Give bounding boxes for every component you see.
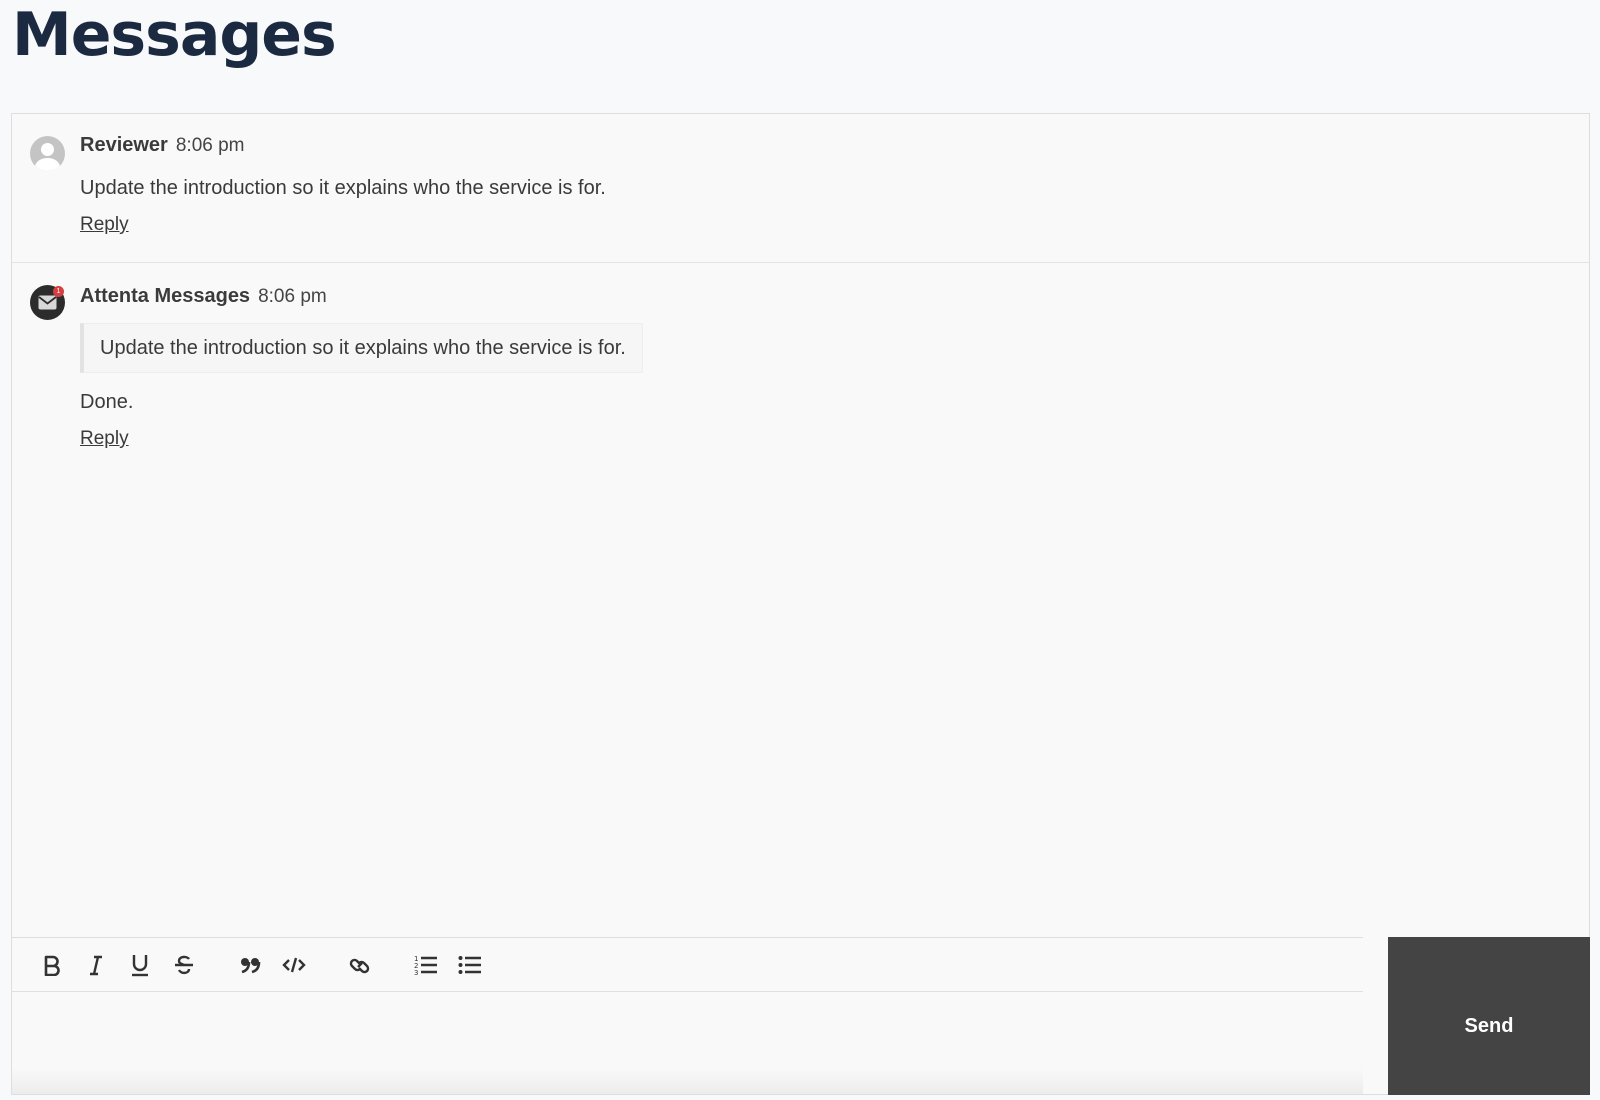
send-button[interactable]: Send	[1388, 937, 1590, 1095]
link-icon[interactable]	[338, 946, 382, 984]
message-item: 1 Attenta Messages 8:06 pm Update the in…	[12, 263, 1589, 450]
message-text: Done.	[80, 391, 134, 413]
notification-badge: 1	[53, 286, 64, 297]
formatting-toolbar: 123	[12, 938, 1363, 992]
ordered-list-icon[interactable]: 123	[404, 946, 448, 984]
page-title: Messages	[12, 0, 337, 70]
message-thread: Reviewer 8:06 pm Update the introduction…	[12, 114, 1589, 450]
reply-link[interactable]: Reply	[80, 428, 129, 450]
quote-icon[interactable]	[228, 946, 272, 984]
user-avatar-icon	[30, 136, 65, 171]
strikethrough-icon[interactable]	[162, 946, 206, 984]
message-text: Update the introduction so it explains w…	[80, 177, 606, 199]
message-item: Reviewer 8:06 pm Update the introduction…	[12, 114, 1589, 263]
mail-avatar-icon: 1	[30, 285, 65, 320]
message-input[interactable]	[12, 992, 1363, 1094]
reply-link[interactable]: Reply	[80, 214, 129, 236]
italic-icon[interactable]	[74, 946, 118, 984]
quoted-message: Update the introduction so it explains w…	[80, 323, 643, 373]
message-time: 8:06 pm	[175, 135, 245, 156]
message-author: Attenta Messages	[80, 285, 251, 307]
underline-icon[interactable]	[118, 946, 162, 984]
bullet-list-icon[interactable]	[448, 946, 492, 984]
bold-icon[interactable]	[30, 946, 74, 984]
svg-text:3: 3	[414, 969, 418, 976]
message-composer: 123	[12, 937, 1363, 1094]
message-author: Reviewer	[80, 134, 168, 156]
code-icon[interactable]	[272, 946, 316, 984]
message-panel: Reviewer 8:06 pm Update the introduction…	[11, 113, 1590, 1095]
message-time: 8:06 pm	[258, 286, 327, 307]
envelope-icon	[38, 295, 57, 310]
